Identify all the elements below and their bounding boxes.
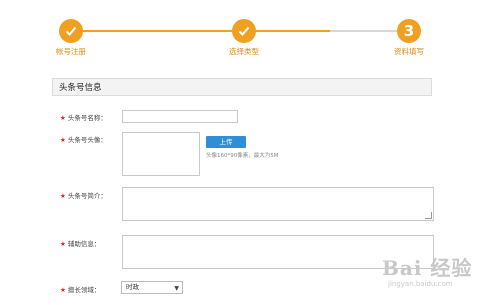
required-mark: ★ — [60, 192, 66, 200]
required-mark: ★ — [60, 114, 66, 122]
intro-field-label: ★ 头条号简介： — [60, 190, 107, 200]
field-field-label: ★ 擅长领域： — [60, 284, 100, 294]
aux-field-label: ★ 辅助信息： — [60, 238, 100, 248]
avatar-preview — [122, 132, 200, 176]
chevron-down-icon: ▼ — [174, 285, 179, 292]
name-label-text: 头条号名称： — [67, 114, 107, 122]
progress-line-done — [70, 30, 240, 32]
step-2-label: 选择类型 — [229, 47, 259, 56]
avatar-field-label: ★ 头条号头像： — [60, 134, 107, 144]
intro-label-text: 头条号简介： — [67, 192, 107, 200]
required-mark: ★ — [60, 286, 66, 294]
step-1-label: 帐号注册 — [56, 47, 86, 56]
step-3-number: 3 — [397, 19, 421, 43]
required-mark: ★ — [60, 136, 66, 144]
avatar-hint: 头像160*90像素，最大为5M — [206, 153, 279, 159]
baidu-watermark: Bai 经验 jingyan.baidu.com — [382, 252, 492, 297]
intro-textarea[interactable] — [122, 187, 434, 221]
field-label-text: 擅长领域： — [67, 286, 101, 294]
step-progress: 3 帐号注册 选择类型 资料填写 — [0, 0, 500, 70]
name-field-label: ★ 头条号名称： — [60, 112, 107, 122]
name-input[interactable] — [122, 110, 238, 123]
upload-button[interactable]: 上传 — [206, 136, 246, 148]
step-1-check-icon — [59, 19, 83, 43]
watermark-logo: Bai 经验 — [382, 256, 473, 280]
field-select-value: 时政 — [126, 283, 139, 291]
required-mark: ★ — [60, 240, 66, 248]
resize-grip-icon[interactable] — [425, 212, 432, 219]
section-title: 头条号信息 — [52, 78, 432, 96]
step-3-label: 资料填写 — [394, 47, 424, 56]
aux-label-text: 辅助信息： — [67, 240, 101, 248]
step-2-check-icon — [232, 19, 256, 43]
field-select[interactable]: 时政 ▼ — [121, 281, 183, 294]
avatar-label-text: 头条号头像： — [67, 136, 107, 144]
watermark-url: jingyan.baidu.com — [388, 280, 453, 288]
